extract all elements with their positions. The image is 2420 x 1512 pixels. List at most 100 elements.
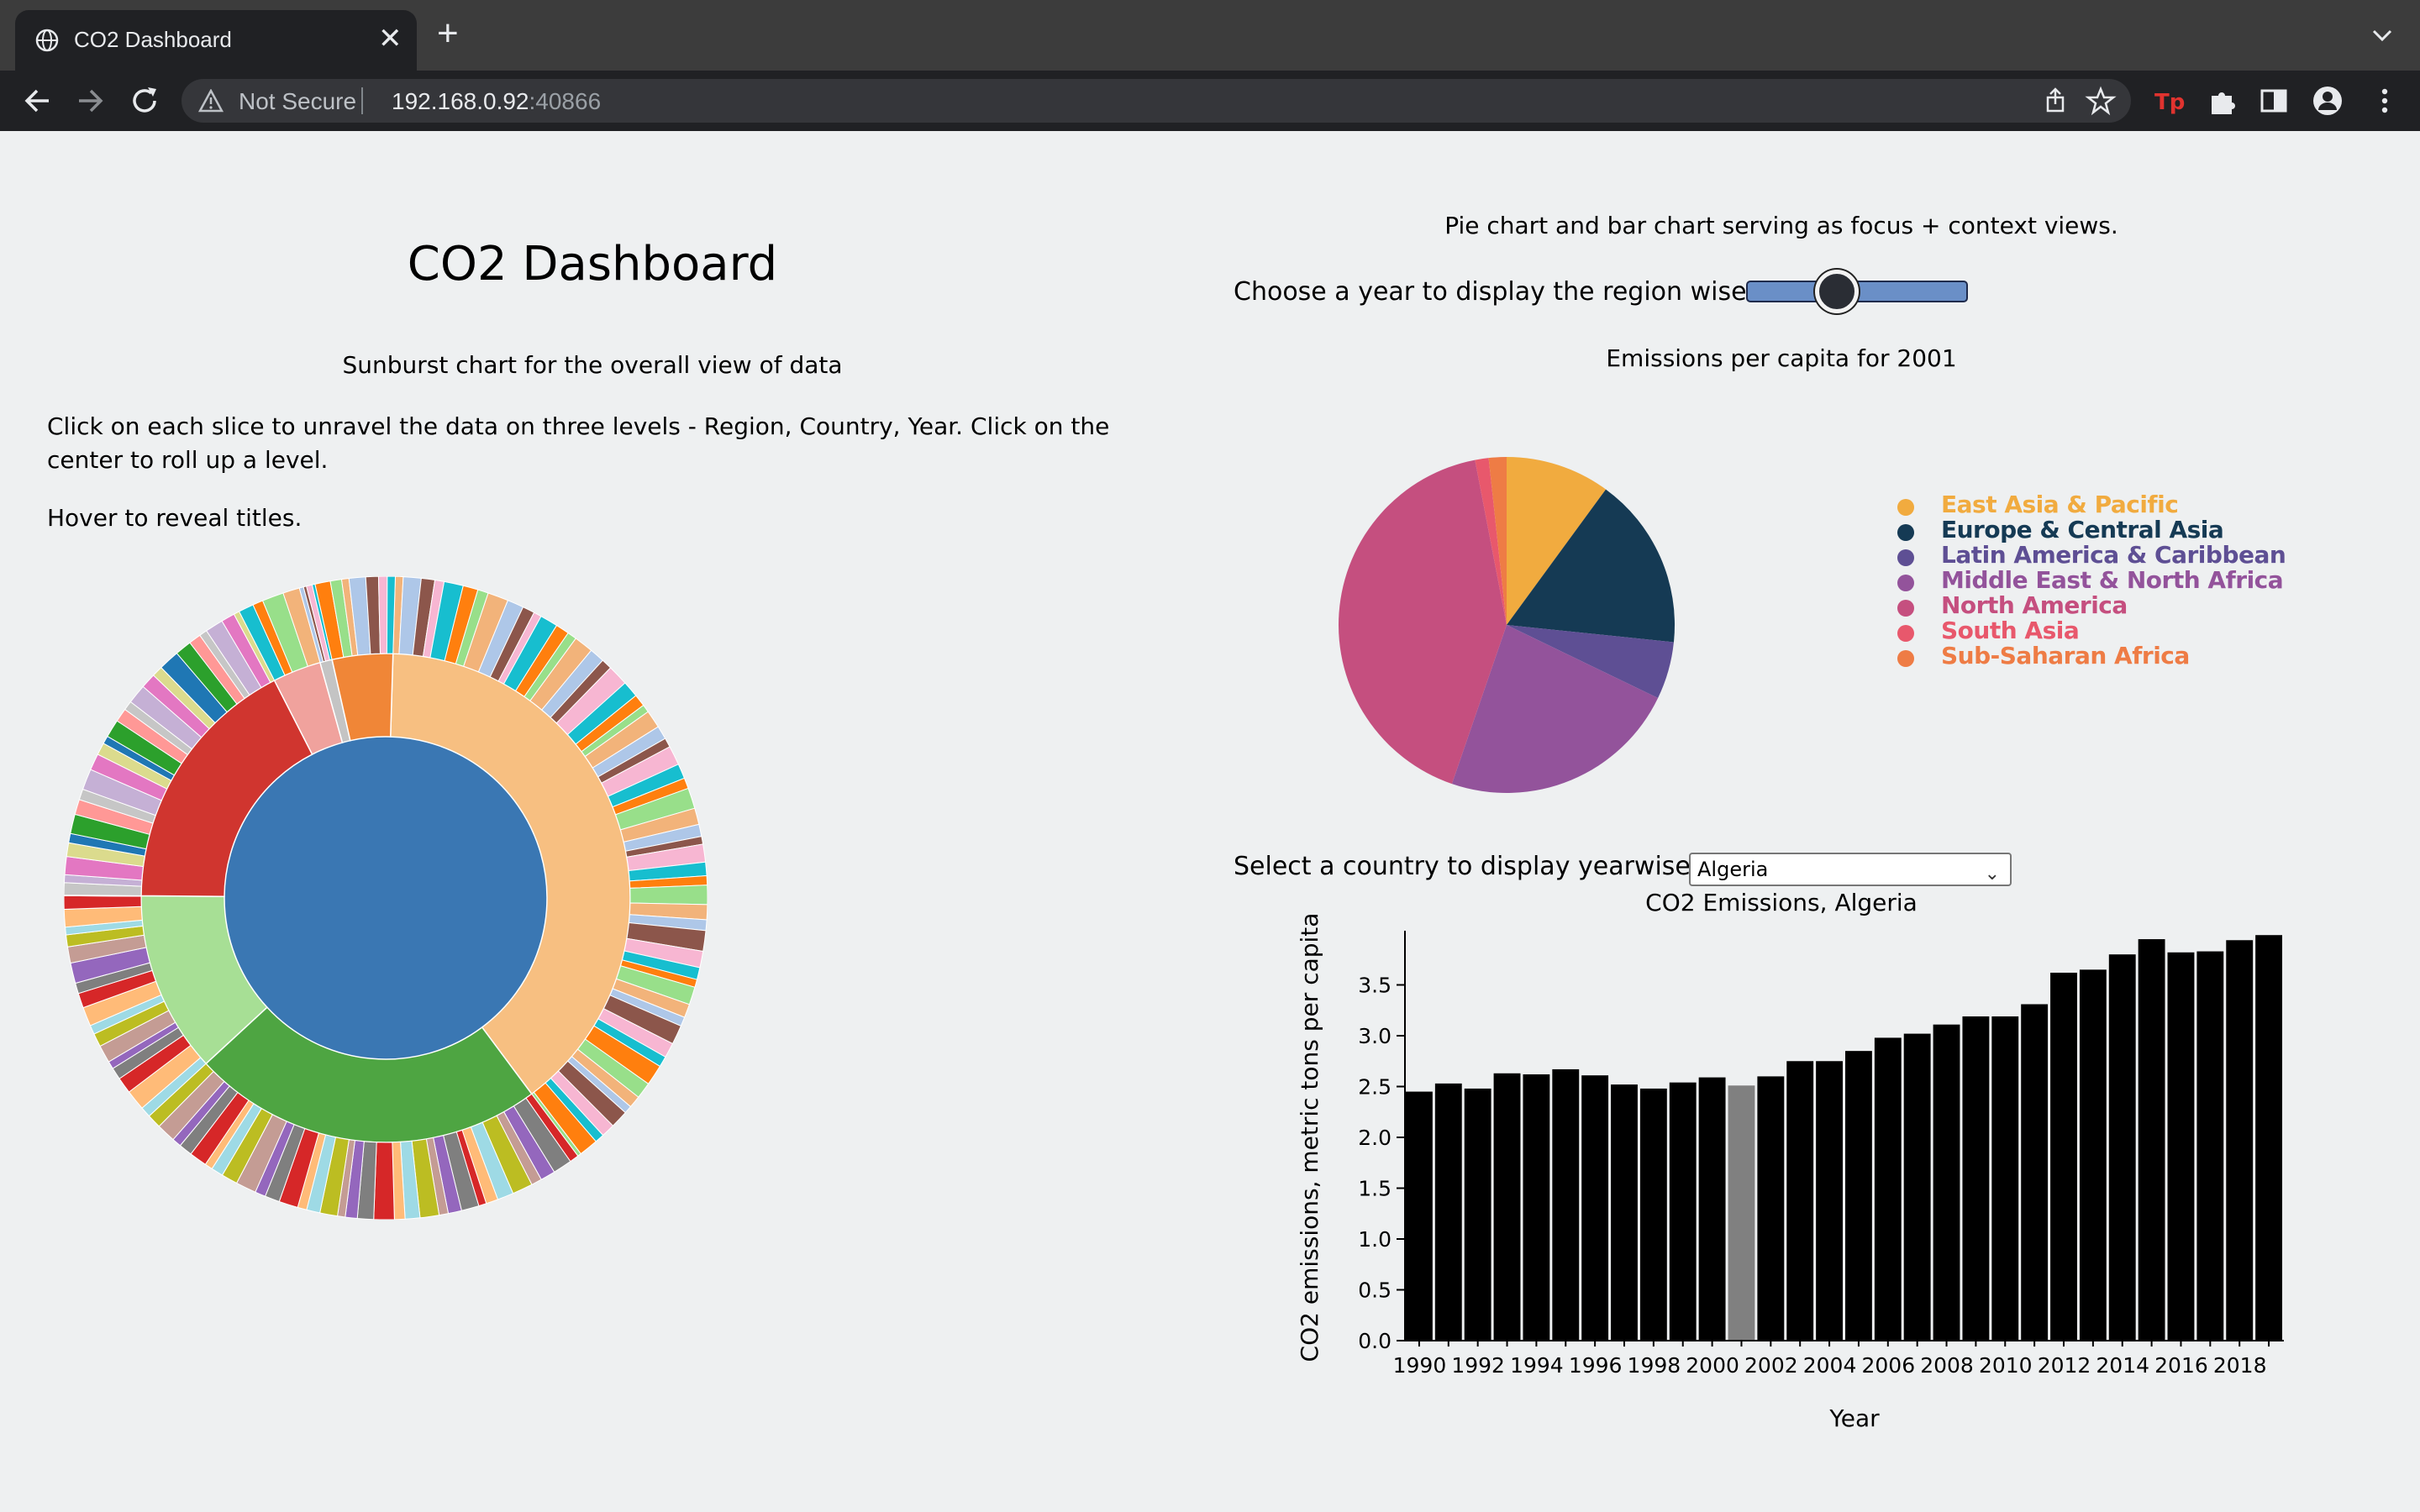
security-label[interactable]: Not Secure bbox=[239, 88, 356, 115]
browser-toolbar: Not Secure 192.168.0.92:40866 Tp bbox=[0, 71, 2420, 131]
x-tick-label: 2004 bbox=[1803, 1353, 1857, 1378]
legend-swatch bbox=[1897, 625, 1914, 642]
sunburst-country-slice[interactable] bbox=[64, 895, 142, 911]
y-axis-label: CO2 emissions, metric tons per capita bbox=[1296, 913, 1323, 1362]
x-tick-label: 2012 bbox=[2038, 1353, 2091, 1378]
y-tick-label: 2.5 bbox=[1358, 1075, 1392, 1100]
x-tick-label: 2010 bbox=[1979, 1353, 2033, 1378]
address-bar[interactable]: Not Secure 192.168.0.92:40866 bbox=[182, 79, 2131, 123]
chevron-down-icon: ⌄ bbox=[1984, 864, 2000, 885]
y-tick-label: 0.0 bbox=[1358, 1329, 1392, 1353]
sunburst-center[interactable] bbox=[224, 737, 547, 1059]
bar-2004[interactable] bbox=[1816, 1061, 1843, 1341]
sunburst-country-slice[interactable] bbox=[629, 885, 708, 906]
bar-1998[interactable] bbox=[1639, 1088, 1667, 1341]
sunburst-country-slice[interactable] bbox=[377, 576, 388, 654]
bar-1990[interactable] bbox=[1406, 1091, 1433, 1341]
y-tick-label: 2.0 bbox=[1358, 1126, 1392, 1150]
country-select-label: Select a country to display yearwise dat… bbox=[1234, 852, 1755, 881]
y-tick-label: 3.5 bbox=[1358, 974, 1392, 998]
sunburst-caption: Sunburst chart for the overall view of d… bbox=[342, 351, 843, 379]
page-title: CO2 Dashboard bbox=[407, 237, 778, 291]
globe-icon bbox=[35, 29, 59, 52]
extension-tp-icon[interactable]: Tp bbox=[2151, 84, 2185, 118]
bar-2015[interactable] bbox=[2138, 939, 2165, 1341]
bar-1994[interactable] bbox=[1523, 1074, 1550, 1341]
bar-2014[interactable] bbox=[2108, 954, 2136, 1341]
legend-swatch bbox=[1897, 575, 1914, 591]
legend-label: Europe & Central Asia bbox=[1941, 516, 2224, 543]
hover-hint: Hover to reveal titles. bbox=[47, 504, 302, 532]
x-tick-label: 1990 bbox=[1393, 1353, 1447, 1378]
legend-label: Latin America & Caribbean bbox=[1941, 541, 2286, 569]
legend-swatch bbox=[1897, 524, 1914, 541]
sunburst-chart[interactable] bbox=[64, 576, 708, 1220]
country-select-value: Algeria bbox=[1697, 858, 1769, 881]
focus-context-caption: Pie chart and bar chart serving as focus… bbox=[1444, 212, 2118, 239]
bar-1997[interactable] bbox=[1611, 1084, 1638, 1341]
bar-2016[interactable] bbox=[2167, 952, 2195, 1341]
sidepanel-icon[interactable] bbox=[2257, 84, 2291, 118]
chevron-down-icon[interactable] bbox=[2370, 25, 2395, 45]
x-tick-label: 2014 bbox=[2096, 1353, 2149, 1378]
pie-chart[interactable] bbox=[1328, 445, 1681, 798]
star-icon[interactable] bbox=[2084, 84, 2118, 118]
bar-2001[interactable] bbox=[1728, 1085, 1755, 1341]
year-slider-label: Choose a year to display the region wise… bbox=[1234, 277, 1820, 307]
bar-2002[interactable] bbox=[1757, 1076, 1785, 1341]
tab-title: CO2 Dashboard bbox=[74, 27, 232, 52]
x-axis-label: Year bbox=[1828, 1404, 1880, 1432]
x-tick-label: 2016 bbox=[2154, 1353, 2208, 1378]
legend-swatch bbox=[1897, 549, 1914, 566]
bar-1999[interactable] bbox=[1669, 1082, 1697, 1341]
bar-1993[interactable] bbox=[1493, 1073, 1521, 1341]
bar-2013[interactable] bbox=[2079, 969, 2107, 1341]
bar-2008[interactable] bbox=[1933, 1024, 1960, 1341]
omnibox-divider bbox=[361, 87, 363, 114]
bar-2003[interactable] bbox=[1786, 1061, 1814, 1341]
bar-2007[interactable] bbox=[1903, 1033, 1931, 1341]
bar-2005[interactable] bbox=[1845, 1051, 1872, 1341]
new-tab-button[interactable]: + bbox=[437, 15, 459, 52]
x-tick-label: 2006 bbox=[1861, 1353, 1915, 1378]
bar-2006[interactable] bbox=[1874, 1037, 1902, 1341]
svg-text:Tp: Tp bbox=[2154, 90, 2185, 115]
browser-tab[interactable]: CO2 Dashboard ✕ bbox=[15, 10, 417, 71]
url-text: 192.168.0.92:40866 bbox=[392, 88, 601, 115]
bar-chart[interactable]: 1990 1992 1994 1996 1998 2000 2002 2004 2006 2008… bbox=[1277, 907, 2302, 1445]
legend-swatch bbox=[1897, 600, 1914, 617]
x-tick-label: 1998 bbox=[1628, 1353, 1681, 1378]
bar-2017[interactable] bbox=[2196, 951, 2224, 1341]
menu-icon[interactable] bbox=[2368, 84, 2402, 118]
bar-2000[interactable] bbox=[1698, 1077, 1726, 1341]
profile-icon[interactable] bbox=[2311, 84, 2344, 118]
share-icon[interactable] bbox=[2039, 84, 2072, 118]
bar-1995[interactable] bbox=[1552, 1068, 1580, 1341]
legend-swatch bbox=[1897, 650, 1914, 667]
tab-close-button[interactable]: ✕ bbox=[378, 22, 402, 55]
back-icon[interactable] bbox=[20, 84, 54, 118]
forward-icon[interactable] bbox=[74, 84, 108, 118]
x-tick-label: 2002 bbox=[1744, 1353, 1798, 1378]
country-select[interactable]: Algeria ⌄ bbox=[1689, 853, 2012, 886]
browser-tab-strip: CO2 Dashboard ✕ + bbox=[0, 0, 2420, 71]
bar-1991[interactable] bbox=[1434, 1083, 1462, 1341]
y-tick-label: 3.0 bbox=[1358, 1024, 1392, 1048]
bar-2010[interactable] bbox=[1991, 1016, 2019, 1341]
puzzle-icon[interactable] bbox=[2205, 84, 2238, 118]
bar-1996[interactable] bbox=[1581, 1075, 1609, 1341]
bar-2019[interactable] bbox=[2255, 935, 2282, 1341]
bar-1992[interactable] bbox=[1464, 1088, 1491, 1341]
year-slider[interactable] bbox=[1746, 270, 1968, 313]
y-tick-label: 1.0 bbox=[1358, 1227, 1392, 1252]
bar-2018[interactable] bbox=[2226, 940, 2254, 1341]
bar-2012[interactable] bbox=[2050, 972, 2077, 1341]
reload-icon[interactable] bbox=[128, 84, 161, 118]
y-tick-label: 0.5 bbox=[1358, 1278, 1392, 1303]
year-slider-thumb[interactable] bbox=[1815, 270, 1859, 313]
legend-swatch bbox=[1897, 499, 1914, 516]
x-tick-label: 1992 bbox=[1451, 1353, 1505, 1378]
sunburst-country-slice[interactable] bbox=[373, 1142, 395, 1220]
bar-2009[interactable] bbox=[1962, 1016, 1990, 1341]
bar-2011[interactable] bbox=[2021, 1004, 2049, 1341]
